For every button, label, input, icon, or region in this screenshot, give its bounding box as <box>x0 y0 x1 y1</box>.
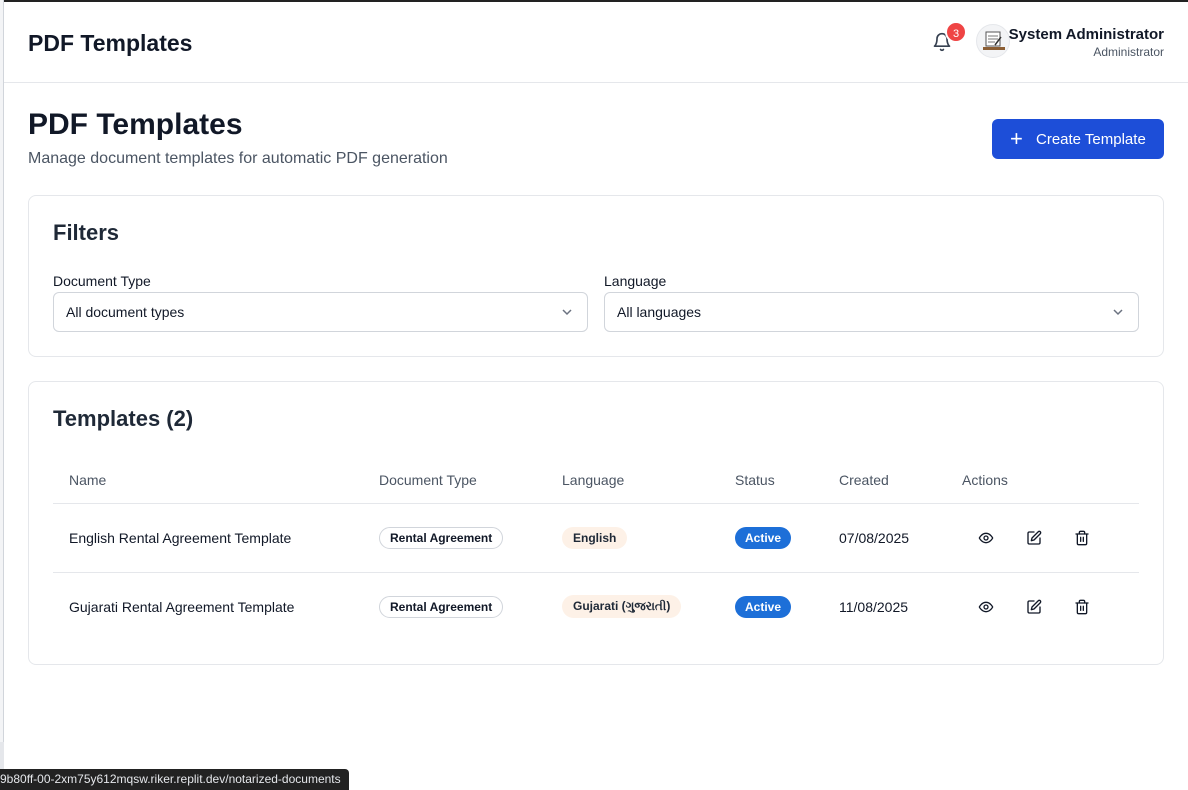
table-header-row: Name Document Type Language Status Creat… <box>53 458 1139 504</box>
eye-icon <box>978 601 994 613</box>
trash-icon <box>1075 599 1089 615</box>
status-badge: Active <box>735 526 792 549</box>
column-actions: Actions <box>946 458 1139 504</box>
created-date: 07/08/2025 <box>823 503 946 573</box>
create-template-button[interactable]: + Create Template <box>992 119 1164 159</box>
logo-icon <box>983 31 1005 50</box>
edit-button[interactable] <box>1010 591 1058 623</box>
header-title: PDF Templates <box>28 30 193 56</box>
delete-button[interactable] <box>1058 591 1106 623</box>
filters-card: Filters Document Type All document types… <box>28 195 1164 357</box>
link-preview-url: 9b80ff-00-2xm75y612mqsw.riker.replit.dev… <box>0 769 349 790</box>
trash-icon <box>1075 530 1089 545</box>
column-document-type[interactable]: Document Type <box>363 458 546 504</box>
avatar[interactable] <box>976 24 1010 58</box>
language-label: Language <box>604 273 667 289</box>
top-bar: PDF Templates 3 System Administrator Adm… <box>4 2 1188 83</box>
template-name: English Rental Agreement Template <box>53 503 363 573</box>
edit-icon <box>1027 530 1042 545</box>
column-created[interactable]: Created <box>823 458 946 504</box>
plus-icon: + <box>1010 126 1023 151</box>
created-date: 11/08/2025 <box>839 598 909 615</box>
sidebar-edge-handle <box>0 742 4 772</box>
edit-icon <box>1027 599 1042 614</box>
templates-title: Templates (2) <box>53 406 194 431</box>
row-actions <box>962 522 1139 554</box>
sidebar-edge <box>0 0 4 790</box>
filters-title: Filters <box>53 220 120 245</box>
notification-count-badge: 3 <box>945 21 967 43</box>
language-select[interactable]: All languages <box>604 292 1139 332</box>
user-name: System Administrator <box>1008 26 1164 43</box>
status-badge: Active <box>735 595 792 618</box>
language-value: All languages <box>617 304 702 320</box>
delete-button[interactable] <box>1058 522 1106 554</box>
document-type-select[interactable]: All document types <box>53 292 588 332</box>
language-badge: English <box>562 526 628 549</box>
table-row[interactable]: Gujarati Rental Agreement Template Renta… <box>53 572 1139 641</box>
user-role: Administrator <box>1093 45 1164 59</box>
row-actions <box>962 591 1139 623</box>
view-button[interactable] <box>962 591 1010 623</box>
document-type-badge: Rental Agreement <box>379 595 504 618</box>
edit-button[interactable] <box>1010 522 1058 554</box>
chevron-down-icon <box>1113 309 1123 316</box>
document-type-value: All document types <box>66 304 185 320</box>
table-row[interactable]: English Rental Agreement Template Rental… <box>53 503 1139 573</box>
templates-table: Name Document Type Language Status Creat… <box>53 458 1139 641</box>
chevron-down-icon <box>562 309 572 316</box>
eye-icon <box>978 532 994 543</box>
view-button[interactable] <box>962 522 1010 554</box>
document-type-badge: Rental Agreement <box>379 526 504 549</box>
templates-card: Templates (2) Name Document Type Languag… <box>28 381 1164 665</box>
template-name: Gujarati Rental Agreement Template <box>69 598 295 615</box>
column-status[interactable]: Status <box>719 458 823 504</box>
language-badge: Gujarati (ગુજરાતી) <box>562 595 682 619</box>
document-type-label: Document Type <box>53 273 151 289</box>
column-language[interactable]: Language <box>546 458 719 504</box>
page-title: PDF Templates <box>28 108 243 141</box>
page-subtitle: Manage document templates for automatic … <box>28 150 448 167</box>
create-template-label: Create Template <box>1036 130 1146 148</box>
column-name[interactable]: Name <box>53 458 363 504</box>
